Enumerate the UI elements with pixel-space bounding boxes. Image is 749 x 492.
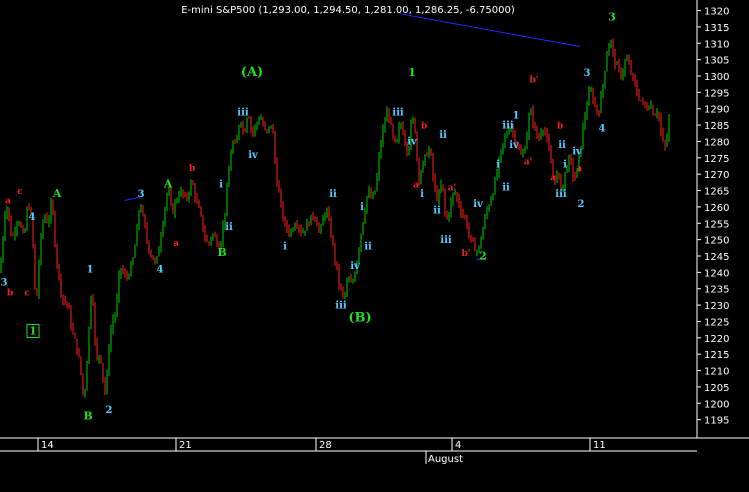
wave-label: b bbox=[7, 288, 13, 298]
wave-label: ii bbox=[558, 140, 566, 151]
wave-label: a bbox=[550, 174, 556, 184]
wave-label: iv bbox=[572, 147, 583, 158]
candlestick-chart: E-mini S&P500 (1,293.00, 1,294.50, 1,281… bbox=[0, 0, 749, 492]
wave-label: ii bbox=[364, 241, 372, 252]
y-tick-label: 1195 bbox=[704, 416, 729, 427]
wave-label: b bbox=[557, 121, 563, 131]
wave-label: iii bbox=[555, 189, 567, 200]
wave-label: 4 bbox=[29, 212, 36, 223]
wave-label: (A) bbox=[241, 65, 263, 80]
y-tick-label: 1215 bbox=[704, 350, 729, 361]
month-label: August bbox=[428, 454, 463, 465]
wave-label: i bbox=[360, 202, 364, 213]
y-tick-label: 1245 bbox=[704, 252, 729, 263]
wave-label: iii bbox=[502, 120, 514, 131]
y-tick-label: 1220 bbox=[704, 334, 729, 345]
wave-label: 1 bbox=[29, 325, 37, 338]
wave-label: 3 bbox=[1, 277, 8, 288]
x-tick-label: 4 bbox=[455, 440, 461, 451]
wave-label: c bbox=[24, 288, 30, 298]
wave-label: iii bbox=[237, 107, 249, 118]
y-tick-label: 1290 bbox=[704, 105, 729, 116]
wave-label: a bbox=[413, 180, 419, 190]
wave-label: iv bbox=[350, 261, 361, 272]
y-tick-label: 1285 bbox=[704, 121, 729, 132]
y-tick-label: 1210 bbox=[704, 367, 729, 378]
wave-label: iii bbox=[335, 300, 347, 311]
wave-label: B bbox=[217, 246, 226, 259]
wave-label: 4 bbox=[157, 264, 164, 275]
wave-label: b' bbox=[529, 76, 538, 86]
y-tick-label: 1250 bbox=[704, 236, 729, 247]
wave-label: iii bbox=[440, 235, 452, 246]
wave-label: b' bbox=[461, 249, 470, 259]
y-tick-label: 1240 bbox=[704, 268, 729, 279]
wave-label: i bbox=[496, 160, 500, 171]
wave-label: iv bbox=[473, 199, 484, 210]
wave-label: iii bbox=[392, 107, 404, 118]
wave-label: 3 bbox=[608, 10, 616, 23]
wave-label: b bbox=[189, 164, 195, 174]
wave-label: 2 bbox=[106, 405, 113, 416]
y-tick-label: 1230 bbox=[704, 301, 729, 312]
wave-label: 1 bbox=[513, 111, 520, 122]
wave-label: B bbox=[83, 410, 92, 423]
wave-label: ii bbox=[502, 183, 510, 194]
wave-label: 4 bbox=[599, 124, 606, 135]
x-tick-label: 14 bbox=[41, 440, 54, 451]
wave-label: A bbox=[52, 187, 62, 200]
wave-label: i bbox=[563, 160, 567, 171]
wave-label: c bbox=[17, 187, 23, 197]
y-tick-label: 1270 bbox=[704, 170, 729, 181]
wave-label: a bbox=[173, 239, 179, 249]
y-tick-label: 1280 bbox=[704, 137, 729, 148]
wave-label: ii bbox=[329, 189, 337, 200]
wave-label: A bbox=[163, 177, 173, 190]
y-tick-label: 1235 bbox=[704, 285, 729, 296]
wave-label: a bbox=[576, 164, 582, 174]
y-tick-label: 1265 bbox=[704, 187, 729, 198]
y-tick-label: 1295 bbox=[704, 88, 729, 99]
y-tick-label: 1200 bbox=[704, 399, 729, 410]
wave-label: (B) bbox=[348, 310, 371, 325]
wave-label: 1 bbox=[408, 66, 416, 79]
wave-label: 1 bbox=[87, 264, 94, 275]
wave-label: 3 bbox=[138, 189, 145, 200]
wave-label: iv bbox=[248, 150, 259, 161]
wave-label: iv bbox=[509, 140, 520, 151]
y-tick-label: 1260 bbox=[704, 203, 729, 214]
y-tick-label: 1320 bbox=[704, 7, 729, 18]
chart-background bbox=[0, 0, 749, 492]
wave-label: i bbox=[283, 241, 287, 252]
y-tick-label: 1205 bbox=[704, 383, 729, 394]
y-tick-label: 1255 bbox=[704, 219, 729, 230]
wave-label: 2 bbox=[479, 249, 487, 262]
x-tick-label: 11 bbox=[593, 440, 606, 451]
wave-label: ii bbox=[439, 130, 447, 141]
wave-label: ii bbox=[433, 205, 441, 216]
y-tick-label: 1275 bbox=[704, 154, 729, 165]
wave-label: iv bbox=[407, 137, 418, 148]
wave-label: a' bbox=[524, 157, 533, 167]
wave-label: b bbox=[421, 121, 427, 131]
x-tick-label: 28 bbox=[319, 440, 332, 451]
wave-label: i bbox=[219, 179, 223, 190]
chart-title: E-mini S&P500 (1,293.00, 1,294.50, 1,281… bbox=[181, 5, 515, 16]
y-tick-label: 1300 bbox=[704, 72, 729, 83]
y-tick-label: 1315 bbox=[704, 23, 729, 34]
x-tick-label: 21 bbox=[179, 440, 192, 451]
wave-label: a' bbox=[448, 184, 457, 194]
wave-label: ii bbox=[225, 222, 233, 233]
y-tick-label: 1310 bbox=[704, 39, 729, 50]
y-tick-label: 1225 bbox=[704, 317, 729, 328]
wave-label: 3 bbox=[584, 68, 591, 79]
wave-label: i bbox=[420, 189, 424, 200]
wave-label: a bbox=[5, 197, 11, 207]
wave-label: 2 bbox=[578, 199, 585, 210]
y-tick-label: 1305 bbox=[704, 56, 729, 67]
